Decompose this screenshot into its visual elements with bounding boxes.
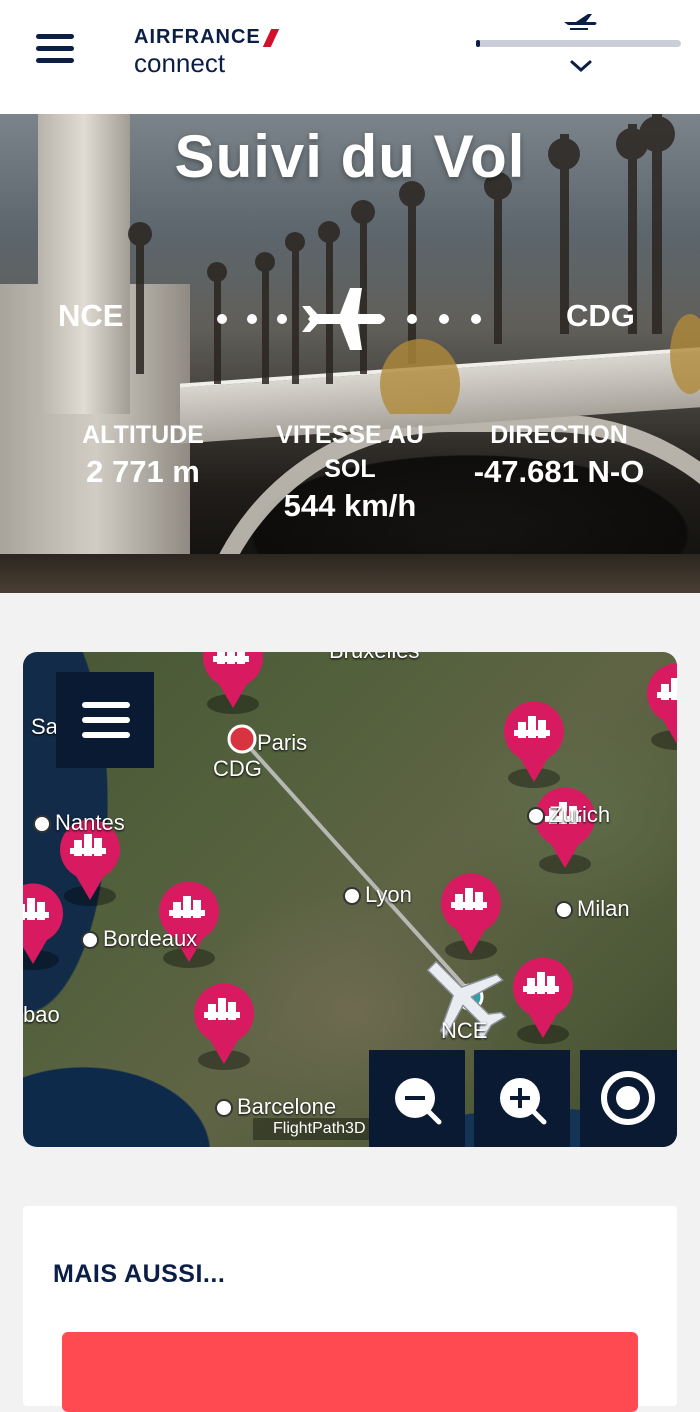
- map-attribution: FlightPath3D: [253, 1118, 386, 1140]
- plane-takeoff-icon: [564, 14, 597, 30]
- city-label-barcelone: Barcelone: [215, 1094, 336, 1120]
- city-label-milan: Milan: [555, 896, 630, 922]
- speed-value: 544 km/h: [283, 488, 417, 523]
- promo-button[interactable]: [62, 1332, 638, 1412]
- direction-stat: DIRECTION -47.681 N-O: [452, 418, 666, 492]
- city-label-cdg: CDG: [213, 756, 262, 781]
- section-heading: MAIS AUSSI...: [53, 1260, 226, 1288]
- map-pin[interactable]: [194, 983, 254, 1070]
- more-section: MAIS AUSSI...: [23, 1206, 677, 1412]
- map-pin[interactable]: [441, 873, 501, 960]
- altitude-stat: ALTITUDE 2 771 m: [70, 418, 216, 492]
- map-pin[interactable]: [23, 883, 63, 970]
- map-pin[interactable]: [504, 701, 564, 788]
- destination-airport: CDG: [566, 298, 635, 333]
- progress-track: [476, 40, 681, 47]
- hero-banner: Suivi du Vol NCE CDG ALTITUDE 2 771 m VI…: [0, 114, 700, 593]
- zoom-out-button[interactable]: [369, 1050, 465, 1147]
- city-label-bordeaux: Bordeaux: [81, 926, 197, 952]
- recenter-button[interactable]: [580, 1050, 677, 1147]
- city-label-lyon: Lyon: [343, 882, 412, 908]
- brand-bottom: connect: [134, 48, 226, 78]
- flight-map[interactable]: Bruxelles Paris CDG Sa Nantes Lyon Zuric…: [23, 652, 677, 1147]
- map-pin[interactable]: [159, 881, 219, 968]
- progress-fill: [476, 40, 481, 47]
- speed-label: VITESSE AU SOL: [276, 421, 424, 483]
- city-label-saint: Sa: [31, 714, 58, 739]
- menu-icon[interactable]: [36, 34, 74, 64]
- city-label-paris: Paris: [257, 730, 308, 755]
- page-title: Suivi du Vol: [174, 123, 526, 190]
- map-pin[interactable]: [647, 663, 677, 750]
- route-line: [241, 738, 477, 1000]
- zoom-out-icon: [395, 1078, 442, 1125]
- map-pin[interactable]: [535, 787, 595, 874]
- brand-top: AIRFRANCE: [134, 26, 261, 48]
- flight-progress[interactable]: [476, 10, 681, 80]
- map-pin[interactable]: [513, 957, 573, 1044]
- river-water: [0, 554, 700, 593]
- city-label-bruxelles: Bruxelles: [329, 652, 419, 664]
- target-icon: [601, 1071, 655, 1125]
- airfrance-connect-logo: AIRFRANCE connect: [134, 26, 279, 78]
- app-header: AIRFRANCE connect: [0, 0, 700, 114]
- direction-label: DIRECTION: [490, 421, 628, 449]
- chevron-down-icon[interactable]: [569, 58, 593, 74]
- map-menu-button[interactable]: [56, 672, 154, 768]
- city-label-nantes: Nantes: [33, 810, 125, 836]
- cdg-marker: [227, 724, 257, 754]
- altitude-label: ALTITUDE: [82, 421, 204, 449]
- zoom-in-icon: [500, 1078, 547, 1125]
- altitude-value: 2 771 m: [86, 454, 200, 489]
- city-label-zurich: Zurich: [527, 802, 610, 828]
- origin-airport: NCE: [58, 298, 124, 333]
- city-label-bilbao: bao: [23, 1002, 60, 1027]
- plane-icon: [302, 288, 385, 350]
- direction-value: -47.681 N-O: [473, 454, 645, 489]
- speed-stat: VITESSE AU SOL 544 km/h: [256, 418, 444, 526]
- zoom-in-button[interactable]: [474, 1050, 570, 1147]
- map-pin[interactable]: [203, 652, 263, 714]
- route-indicator: [217, 288, 481, 350]
- city-label-nce: NCE: [441, 1018, 488, 1043]
- brand-slash-icon: [262, 28, 279, 47]
